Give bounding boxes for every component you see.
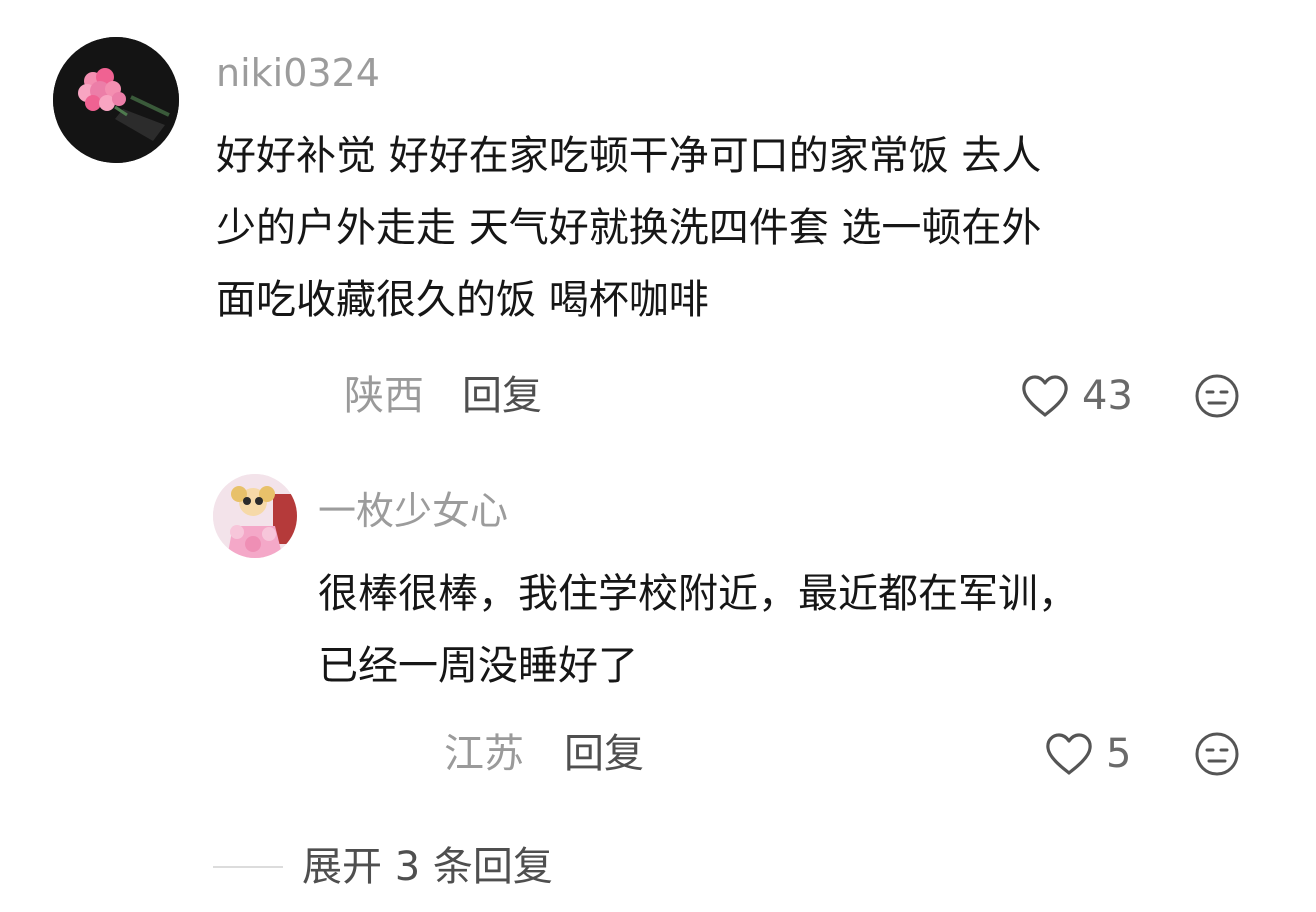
like-button[interactable] [1044,731,1094,781]
neutral-face-icon [1195,374,1239,418]
reply-button[interactable]: 回复 [564,730,644,778]
reply-text-line: 很棒很棒，我住学校附近，最近都在军训， [318,571,1078,617]
like-count: 5 [1106,731,1132,777]
avatar[interactable] [213,474,297,558]
avatar[interactable] [53,37,179,163]
comment-text-line: 少的户外走走 天气好就换洗四件套 选一顿在外 [216,205,1042,251]
username[interactable]: 一枚少女心 [318,488,508,534]
like-button[interactable] [1020,373,1070,423]
heart-icon [1022,375,1068,417]
neutral-face-icon [1195,732,1239,776]
reply-text-line: 已经一周没睡好了 [318,643,638,689]
location-label: 江苏 [444,731,524,777]
comment-text-line: 好好补觉 好好在家吃顿干净可口的家常饭 去人 [216,133,1042,179]
heart-icon [1046,733,1092,775]
reply-text: 很棒很棒，我住学校附近，最近都在军训， 已经一周没睡好了 [318,558,1078,702]
location-label: 陕西 [344,373,424,419]
like-count: 43 [1082,373,1133,419]
pink-roses-avatar-icon [53,37,179,163]
dislike-button[interactable] [1194,373,1240,423]
username[interactable]: niki0324 [216,50,380,96]
reply-button[interactable]: 回复 [462,372,542,420]
expand-replies-button[interactable]: 展开 3 条回复 [302,842,553,892]
dislike-button[interactable] [1194,731,1240,781]
comment-text: 好好补觉 好好在家吃顿干净可口的家常饭 去人 少的户外走走 天气好就换洗四件套 … [216,120,1041,336]
divider [213,866,283,868]
cartoon-girl-avatar-icon [213,474,297,558]
comment-text-line: 面吃收藏很久的饭 喝杯咖啡 [216,277,709,323]
